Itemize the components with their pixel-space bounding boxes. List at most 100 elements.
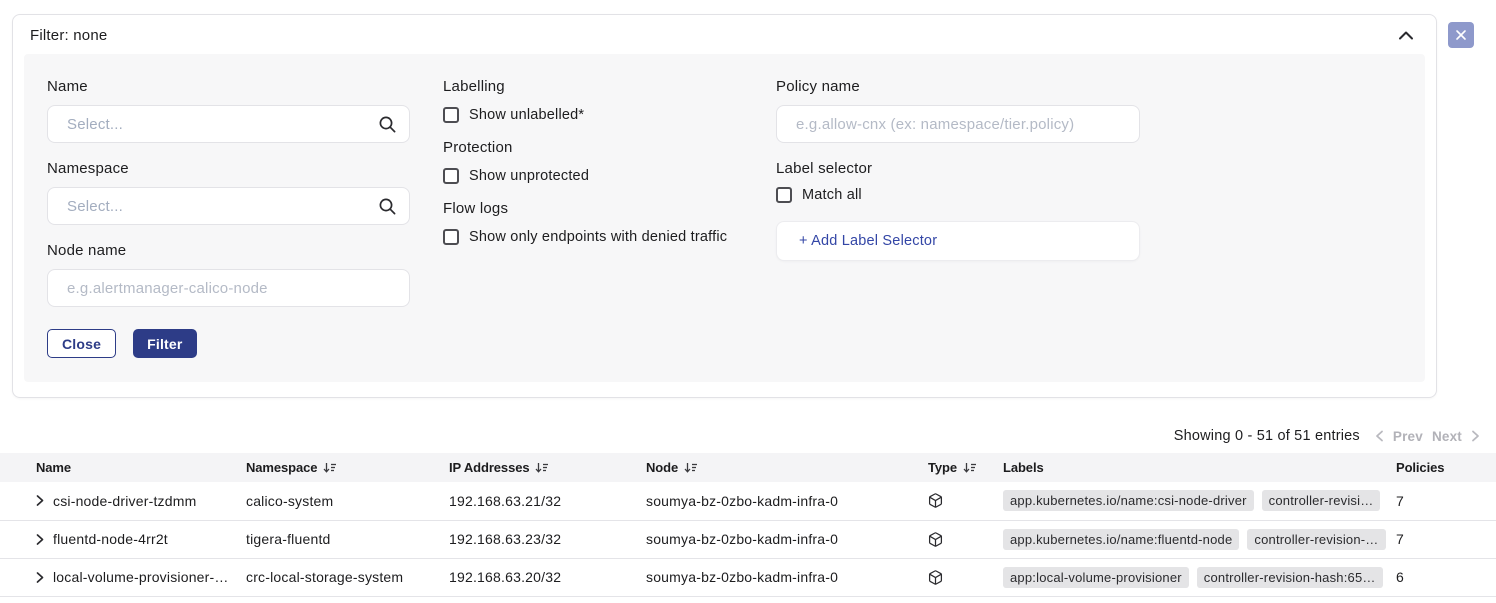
prev-page-link[interactable]: Prev bbox=[1393, 429, 1423, 444]
name-select-wrap bbox=[47, 105, 410, 143]
table-row: prometheus-calico-node-…tigera-prometheu… bbox=[0, 596, 1496, 603]
column-header-name: Name bbox=[0, 453, 246, 482]
denied-traffic-checkbox-row[interactable]: Show only endpoints with denied traffic bbox=[443, 229, 743, 245]
node-name-input-wrap bbox=[47, 269, 410, 307]
show-unprotected-label: Show unprotected bbox=[469, 168, 589, 184]
endpoint-node: soumya-bz-0zbo-kadm-infra-0 bbox=[646, 482, 928, 520]
endpoint-ip: 192.168.63.24/32 bbox=[449, 596, 646, 603]
add-label-selector-button[interactable]: + Add Label Selector bbox=[776, 221, 1140, 261]
show-unprotected-checkbox-row[interactable]: Show unprotected bbox=[443, 168, 743, 184]
expand-row-chevron-icon[interactable] bbox=[33, 533, 46, 546]
column-label: Policies bbox=[1396, 460, 1444, 475]
show-unprotected-checkbox[interactable] bbox=[443, 168, 459, 184]
endpoint-namespace: calico-system bbox=[246, 482, 449, 520]
workload-endpoint-icon bbox=[928, 572, 943, 588]
name-select-input[interactable] bbox=[47, 105, 410, 143]
column-header-labels: Labels bbox=[1003, 453, 1396, 482]
endpoint-namespace: crc-local-storage-system bbox=[246, 558, 449, 596]
filter-column-left: Name Namespace Node name bbox=[47, 78, 410, 358]
sort-icon[interactable] bbox=[684, 462, 698, 474]
namespace-select-input[interactable] bbox=[47, 187, 410, 225]
label-selector-section-title: Label selector bbox=[776, 160, 1140, 177]
dismiss-filter-panel-button[interactable] bbox=[1448, 22, 1474, 48]
chevron-up-icon bbox=[1398, 29, 1414, 44]
next-page-link[interactable]: Next bbox=[1432, 429, 1462, 444]
close-button[interactable]: Close bbox=[47, 329, 116, 358]
labelling-section: Labelling Show unlabelled* bbox=[443, 78, 743, 123]
namespace-field-label: Namespace bbox=[47, 160, 410, 177]
table-row: csi-node-driver-tzdmm calico-system192.16… bbox=[0, 482, 1496, 520]
expand-row-chevron-icon[interactable] bbox=[33, 571, 46, 584]
policy-name-input[interactable] bbox=[776, 105, 1140, 143]
flow-logs-section-title: Flow logs bbox=[443, 200, 743, 217]
endpoints-table: Name Namespace IP Addresses Node TypeLabels P… bbox=[0, 453, 1496, 603]
endpoint-ip: 192.168.63.20/32 bbox=[449, 558, 646, 596]
next-page-chevron-icon[interactable] bbox=[1471, 430, 1480, 442]
entries-summary: Showing 0 - 51 of 51 entries bbox=[1174, 428, 1360, 444]
pagination-bar: Showing 0 - 51 of 51 entries Prev Next bbox=[0, 398, 1496, 453]
collapse-filter-button[interactable] bbox=[1396, 28, 1416, 43]
endpoint-node: soumya-bz-0zbo-kadm-infra-0 bbox=[646, 520, 928, 558]
show-unlabelled-checkbox-row[interactable]: Show unlabelled* bbox=[443, 107, 743, 123]
policies-count: 7 bbox=[1396, 520, 1496, 558]
table-row: fluentd-node-4rr2ttigera-fluentd192.168.… bbox=[0, 520, 1496, 558]
column-label: IP Addresses bbox=[449, 460, 529, 475]
flow-logs-section: Flow logs Show only endpoints with denie… bbox=[443, 200, 743, 245]
workload-endpoint-icon bbox=[928, 495, 943, 511]
denied-traffic-checkbox[interactable] bbox=[443, 229, 459, 245]
column-header-node[interactable]: Node bbox=[646, 453, 928, 482]
filter-column-middle: Labelling Show unlabelled* Protection Sh… bbox=[443, 78, 743, 358]
workload-endpoint-icon bbox=[928, 534, 943, 550]
filter-panel: Filter: none Name Namespace bbox=[12, 14, 1437, 398]
sort-icon[interactable] bbox=[963, 462, 977, 474]
prev-page-chevron-icon[interactable] bbox=[1375, 430, 1384, 442]
endpoint-name: csi-node-driver-tzdmm bbox=[53, 493, 196, 509]
policy-name-input-wrap bbox=[776, 105, 1140, 143]
sort-icon[interactable] bbox=[535, 462, 549, 474]
label-chip: controller-revision-… bbox=[1247, 529, 1385, 550]
endpoint-node: soumya-bz-0zbo-kadm-infra-0 bbox=[646, 596, 928, 603]
filter-actions: Close Filter bbox=[47, 329, 410, 358]
endpoint-namespace: tigera-prometheus bbox=[246, 596, 449, 603]
node-name-input[interactable] bbox=[47, 269, 410, 307]
sort-icon[interactable] bbox=[323, 462, 337, 474]
column-label: Node bbox=[646, 460, 678, 475]
policies-count: 8 bbox=[1396, 596, 1496, 603]
protection-section-title: Protection bbox=[443, 139, 743, 156]
filter-panel-title: Filter: none bbox=[30, 27, 107, 44]
labelling-section-title: Labelling bbox=[443, 78, 743, 95]
column-header-namespace[interactable]: Namespace bbox=[246, 453, 449, 482]
policy-name-field-label: Policy name bbox=[776, 78, 1140, 95]
endpoint-ip: 192.168.63.21/32 bbox=[449, 482, 646, 520]
column-label: Labels bbox=[1003, 460, 1044, 475]
endpoint-ip: 192.168.63.23/32 bbox=[449, 520, 646, 558]
label-chip: app.kubernetes.io/name:csi-node-driver bbox=[1003, 490, 1254, 511]
column-label: Name bbox=[36, 460, 71, 475]
node-name-field-label: Node name bbox=[47, 242, 410, 259]
column-header-policies: Policies bbox=[1396, 453, 1496, 482]
label-chip: app.kubernetes.io/name:fluentd-node bbox=[1003, 529, 1239, 550]
filter-button[interactable]: Filter bbox=[133, 329, 196, 358]
show-unlabelled-checkbox[interactable] bbox=[443, 107, 459, 123]
column-header-ip[interactable]: IP Addresses bbox=[449, 453, 646, 482]
filter-column-right: Policy name Label selector Match all + A… bbox=[776, 78, 1140, 358]
filter-form: Name Namespace Node name bbox=[24, 54, 1425, 382]
show-unlabelled-label: Show unlabelled* bbox=[469, 107, 584, 123]
denied-traffic-label: Show only endpoints with denied traffic bbox=[469, 229, 727, 245]
column-label: Namespace bbox=[246, 460, 317, 475]
policies-count: 6 bbox=[1396, 558, 1496, 596]
expand-row-chevron-icon[interactable] bbox=[33, 494, 46, 507]
match-all-checkbox[interactable] bbox=[776, 187, 792, 203]
namespace-select-wrap bbox=[47, 187, 410, 225]
filter-panel-header: Filter: none bbox=[13, 15, 1436, 54]
endpoint-name: fluentd-node-4rr2t bbox=[53, 531, 168, 547]
match-all-checkbox-row[interactable]: Match all bbox=[776, 187, 1140, 203]
column-header-type[interactable]: Type bbox=[928, 453, 1003, 482]
label-chip: controller-revisi… bbox=[1262, 490, 1381, 511]
filter-panel-region: Filter: none Name Namespace bbox=[0, 0, 1496, 398]
policies-count: 7 bbox=[1396, 482, 1496, 520]
endpoint-name: local-volume-provisioner-… bbox=[53, 569, 229, 585]
table-header-row: Name Namespace IP Addresses Node TypeLabels P… bbox=[0, 453, 1496, 482]
endpoint-node: soumya-bz-0zbo-kadm-infra-0 bbox=[646, 558, 928, 596]
table-row: local-volume-provisioner-… crc-local-stor… bbox=[0, 558, 1496, 596]
